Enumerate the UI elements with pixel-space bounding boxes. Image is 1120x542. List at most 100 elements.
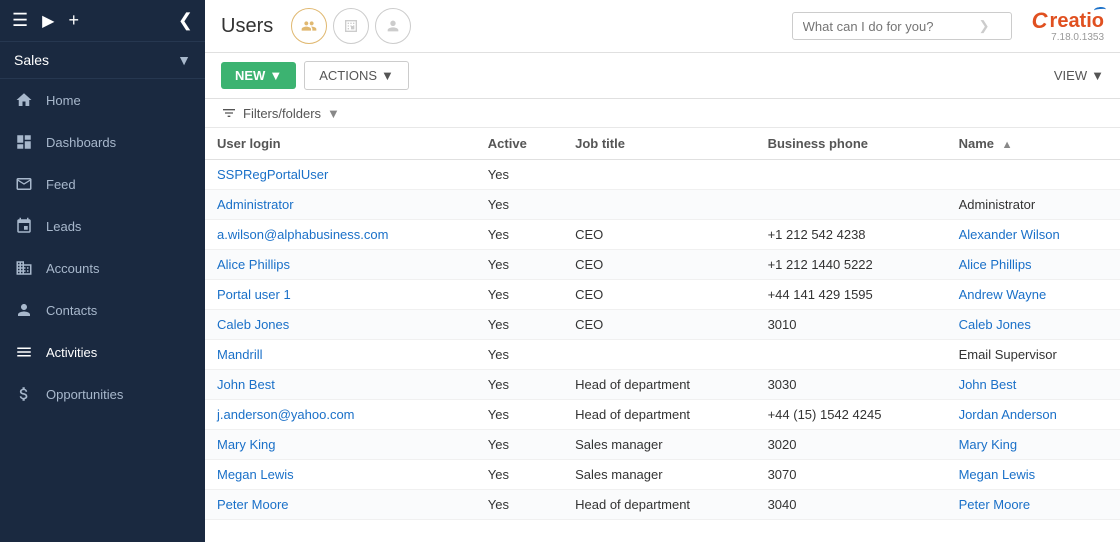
name-sort-asc-icon: ▲ [1002, 139, 1013, 151]
cell-name[interactable]: Caleb Jones [947, 310, 1120, 340]
cell-active: Yes [476, 460, 563, 490]
cell-active: Yes [476, 220, 563, 250]
cell-user-login[interactable]: Portal user 1 [205, 280, 476, 310]
cell-user-login[interactable]: Administrator [205, 190, 476, 220]
toolbar: NEW ▼ ACTIONS ▼ VIEW ▼ [205, 53, 1120, 99]
add-icon[interactable]: + [68, 10, 79, 31]
cell-business-phone: 3070 [756, 460, 947, 490]
sidebar-item-dashboards[interactable]: Dashboards [0, 121, 205, 163]
table-row: Mary KingYesSales manager3020Mary King [205, 430, 1120, 460]
search-input[interactable] [803, 19, 973, 34]
cell-name[interactable]: Alexander Wilson [947, 220, 1120, 250]
sales-label: Sales [14, 52, 49, 68]
sidebar-item-opportunities[interactable]: Opportunities [0, 373, 205, 415]
cell-user-login[interactable]: John Best [205, 370, 476, 400]
filters-row: Filters/folders ▼ [205, 99, 1120, 128]
cell-user-login[interactable]: Megan Lewis [205, 460, 476, 490]
view-button[interactable]: VIEW ▼ [1054, 68, 1104, 83]
page-title: Users [221, 15, 273, 38]
filters-folders-label[interactable]: Filters/folders [243, 106, 321, 121]
actions-button-label: ACTIONS [319, 68, 377, 83]
cell-user-login[interactable]: SSPRegPortalUser [205, 160, 476, 190]
col-business-phone-label: Business phone [768, 136, 868, 151]
cell-user-login[interactable]: Peter Moore [205, 490, 476, 520]
cell-user-login[interactable]: Caleb Jones [205, 310, 476, 340]
logo-version: 7.18.0.1353 [1051, 32, 1104, 43]
table-row: SSPRegPortalUserYes [205, 160, 1120, 190]
table-row: MandrillYesEmail Supervisor [205, 340, 1120, 370]
cell-user-login[interactable]: j.anderson@yahoo.com [205, 400, 476, 430]
sidebar-item-feed[interactable]: Feed [0, 163, 205, 205]
cell-job-title: CEO [563, 310, 755, 340]
table-row: Alice PhillipsYesCEO+1 212 1440 5222Alic… [205, 250, 1120, 280]
sidebar-item-label-home: Home [46, 93, 81, 108]
accounts-icon [14, 258, 34, 278]
table-row: j.anderson@yahoo.comYesHead of departmen… [205, 400, 1120, 430]
table-row: a.wilson@alphabusiness.comYesCEO+1 212 5… [205, 220, 1120, 250]
table-row: Caleb JonesYesCEO3010Caleb Jones [205, 310, 1120, 340]
cell-active: Yes [476, 490, 563, 520]
sidebar-item-contacts[interactable]: Contacts [0, 289, 205, 331]
cell-user-login[interactable]: Mary King [205, 430, 476, 460]
col-header-active[interactable]: Active [476, 128, 563, 160]
cell-active: Yes [476, 430, 563, 460]
cell-name: Administrator [947, 190, 1120, 220]
cell-name[interactable]: Andrew Wayne [947, 280, 1120, 310]
play-icon[interactable]: ▶ [42, 11, 54, 31]
person-view-button[interactable] [375, 8, 411, 44]
dashboards-icon [14, 132, 34, 152]
cell-active: Yes [476, 250, 563, 280]
cell-business-phone [756, 340, 947, 370]
sales-section[interactable]: Sales ▼ [0, 42, 205, 79]
back-icon[interactable]: ❮ [178, 10, 193, 31]
menu-icon[interactable]: ☰ [12, 10, 28, 31]
filter-icon [221, 105, 237, 121]
col-header-job-title[interactable]: Job title [563, 128, 755, 160]
cell-name[interactable]: Mary King [947, 430, 1120, 460]
cell-business-phone: +44 141 429 1595 [756, 280, 947, 310]
cell-user-login[interactable]: Mandrill [205, 340, 476, 370]
cell-job-title [563, 190, 755, 220]
filters-dropdown-arrow[interactable]: ▼ [327, 106, 340, 121]
col-name-label: Name [959, 136, 994, 151]
sidebar-item-activities[interactable]: Activities [0, 331, 205, 373]
creatio-logo: C reatio 7.18.0.1353 [1032, 10, 1104, 43]
col-user-login-label: User login [217, 136, 281, 151]
cell-name: Email Supervisor [947, 340, 1120, 370]
leads-icon [14, 216, 34, 236]
col-header-business-phone[interactable]: Business phone [756, 128, 947, 160]
cell-name[interactable]: Jordan Anderson [947, 400, 1120, 430]
sidebar-item-label-leads: Leads [46, 219, 81, 234]
cell-active: Yes [476, 160, 563, 190]
cell-name[interactable]: Peter Moore [947, 490, 1120, 520]
global-search-box[interactable]: ❯ [792, 12, 1012, 40]
opportunities-icon [14, 384, 34, 404]
cell-user-login[interactable]: a.wilson@alphabusiness.com [205, 220, 476, 250]
cell-name[interactable]: John Best [947, 370, 1120, 400]
org-chart-view-button[interactable] [333, 8, 369, 44]
sales-dropdown-icon: ▼ [177, 52, 191, 68]
cell-name[interactable]: Megan Lewis [947, 460, 1120, 490]
cell-job-title: CEO [563, 250, 755, 280]
sidebar-item-leads[interactable]: Leads [0, 205, 205, 247]
cell-name[interactable]: Alice Phillips [947, 250, 1120, 280]
cell-job-title: Sales manager [563, 430, 755, 460]
cell-job-title: Head of department [563, 400, 755, 430]
cell-active: Yes [476, 310, 563, 340]
header-icon-group [291, 8, 411, 44]
sidebar-item-accounts[interactable]: Accounts [0, 247, 205, 289]
actions-button[interactable]: ACTIONS ▼ [304, 61, 409, 90]
home-icon [14, 90, 34, 110]
sidebar-item-label-dashboards: Dashboards [46, 135, 116, 150]
cell-user-login[interactable]: Alice Phillips [205, 250, 476, 280]
col-header-name[interactable]: Name ▲ [947, 128, 1120, 160]
sidebar-item-label-contacts: Contacts [46, 303, 97, 318]
view-button-label: VIEW [1054, 68, 1087, 83]
sidebar: ☰ ▶ + ❮ Sales ▼ Home Dashboards Feed [0, 0, 205, 542]
new-button[interactable]: NEW ▼ [221, 62, 296, 89]
cell-business-phone: 3020 [756, 430, 947, 460]
sidebar-item-home[interactable]: Home [0, 79, 205, 121]
col-header-user-login[interactable]: User login [205, 128, 476, 160]
users-view-button[interactable] [291, 8, 327, 44]
cell-business-phone: +1 212 1440 5222 [756, 250, 947, 280]
